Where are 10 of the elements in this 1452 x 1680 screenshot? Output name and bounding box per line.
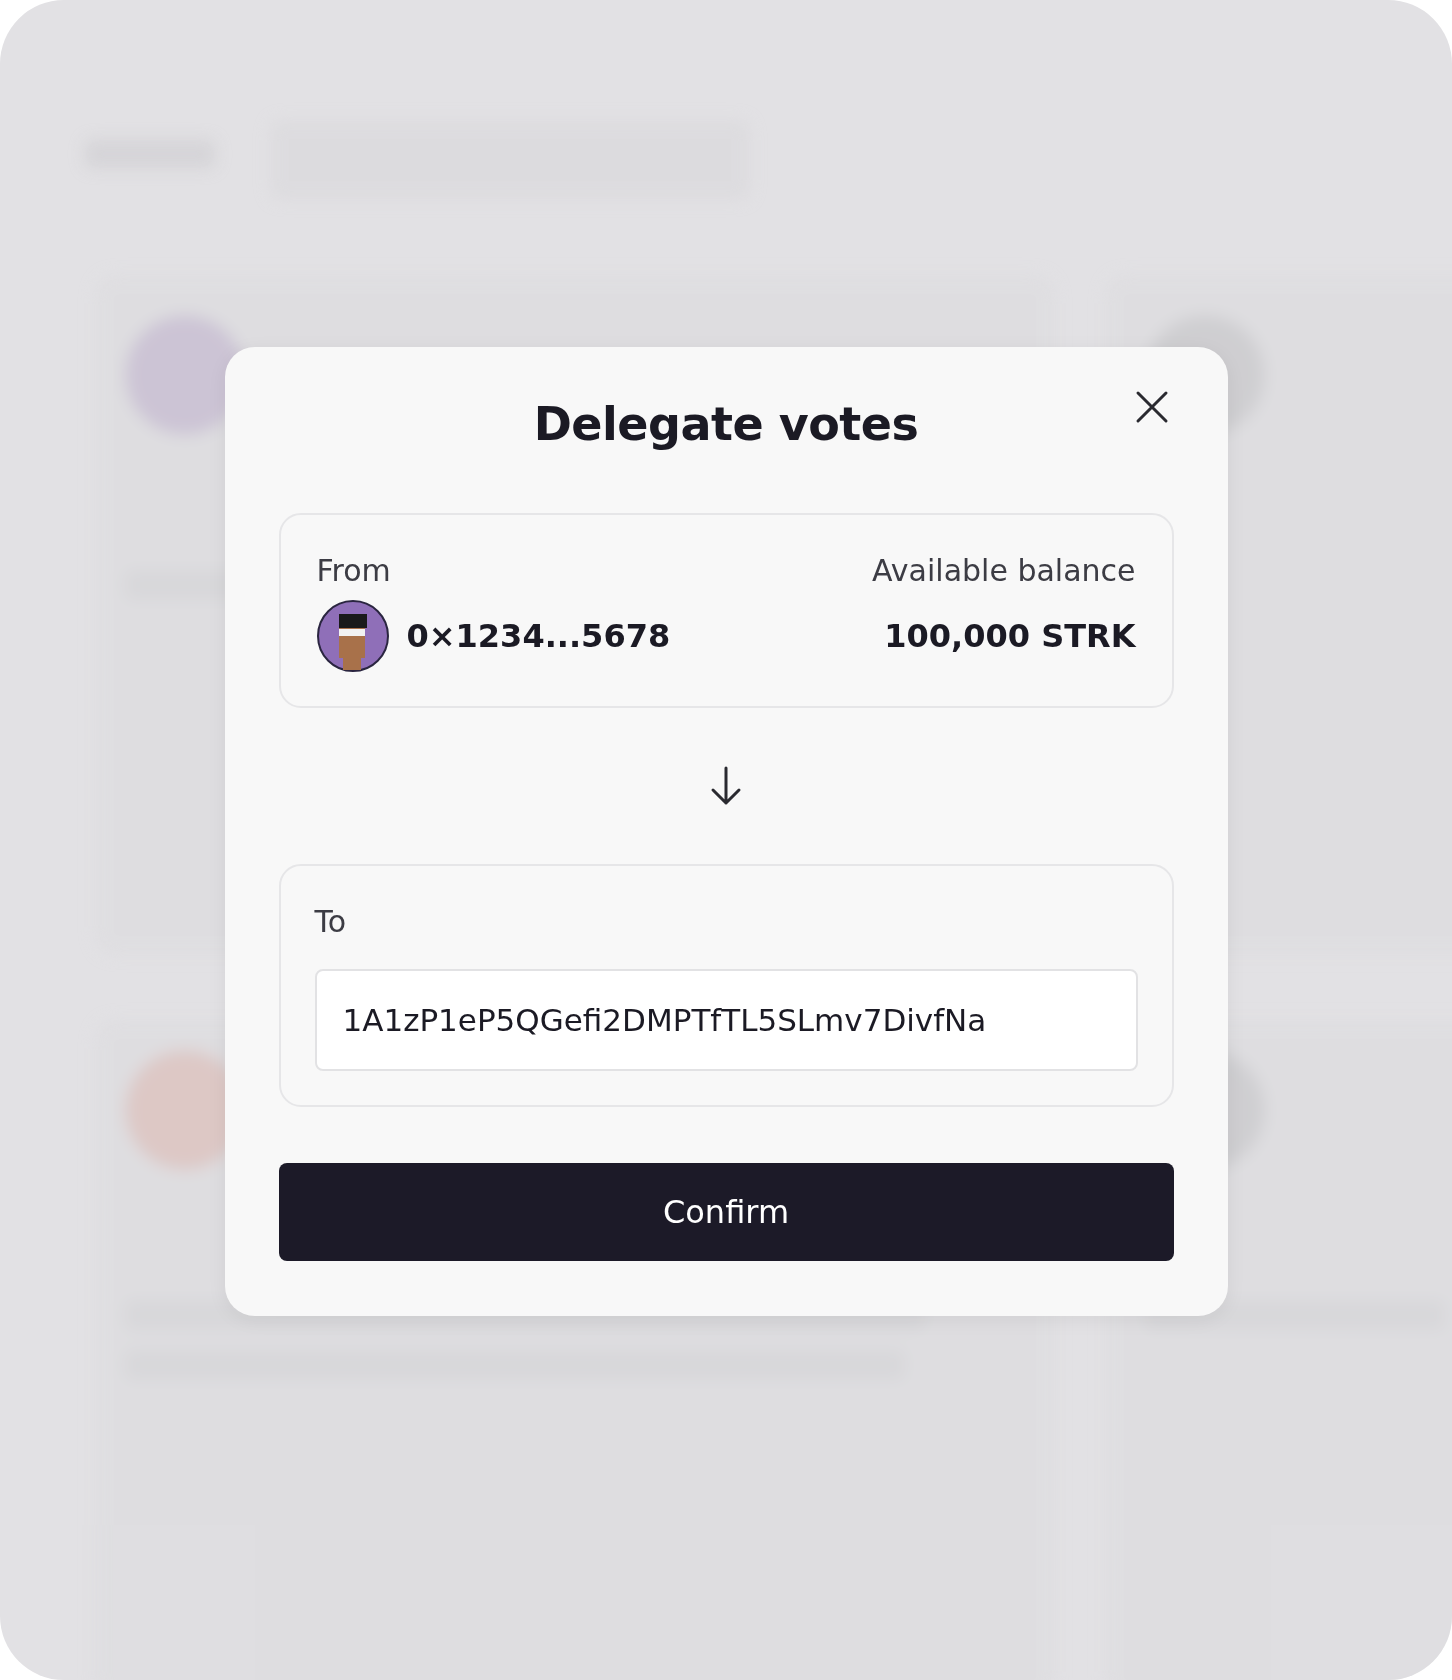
from-label: From bbox=[316, 553, 391, 588]
dialog-title: Delegate votes bbox=[533, 397, 919, 451]
arrow-down-icon bbox=[709, 766, 743, 806]
wallet-address: 0×1234...5678 bbox=[406, 617, 671, 655]
avatar-icon bbox=[316, 600, 389, 672]
address-input-field[interactable]: 1A1zP1eP5QGefi2DMPTfTL5SLmv7DivfNa bbox=[314, 969, 1138, 1071]
balance-amount: 100,000 STRK bbox=[884, 617, 1136, 655]
balance-label: Available balance bbox=[872, 553, 1136, 588]
to-label: To bbox=[314, 904, 347, 939]
confirm-button[interactable]: Confirm bbox=[278, 1163, 1174, 1261]
